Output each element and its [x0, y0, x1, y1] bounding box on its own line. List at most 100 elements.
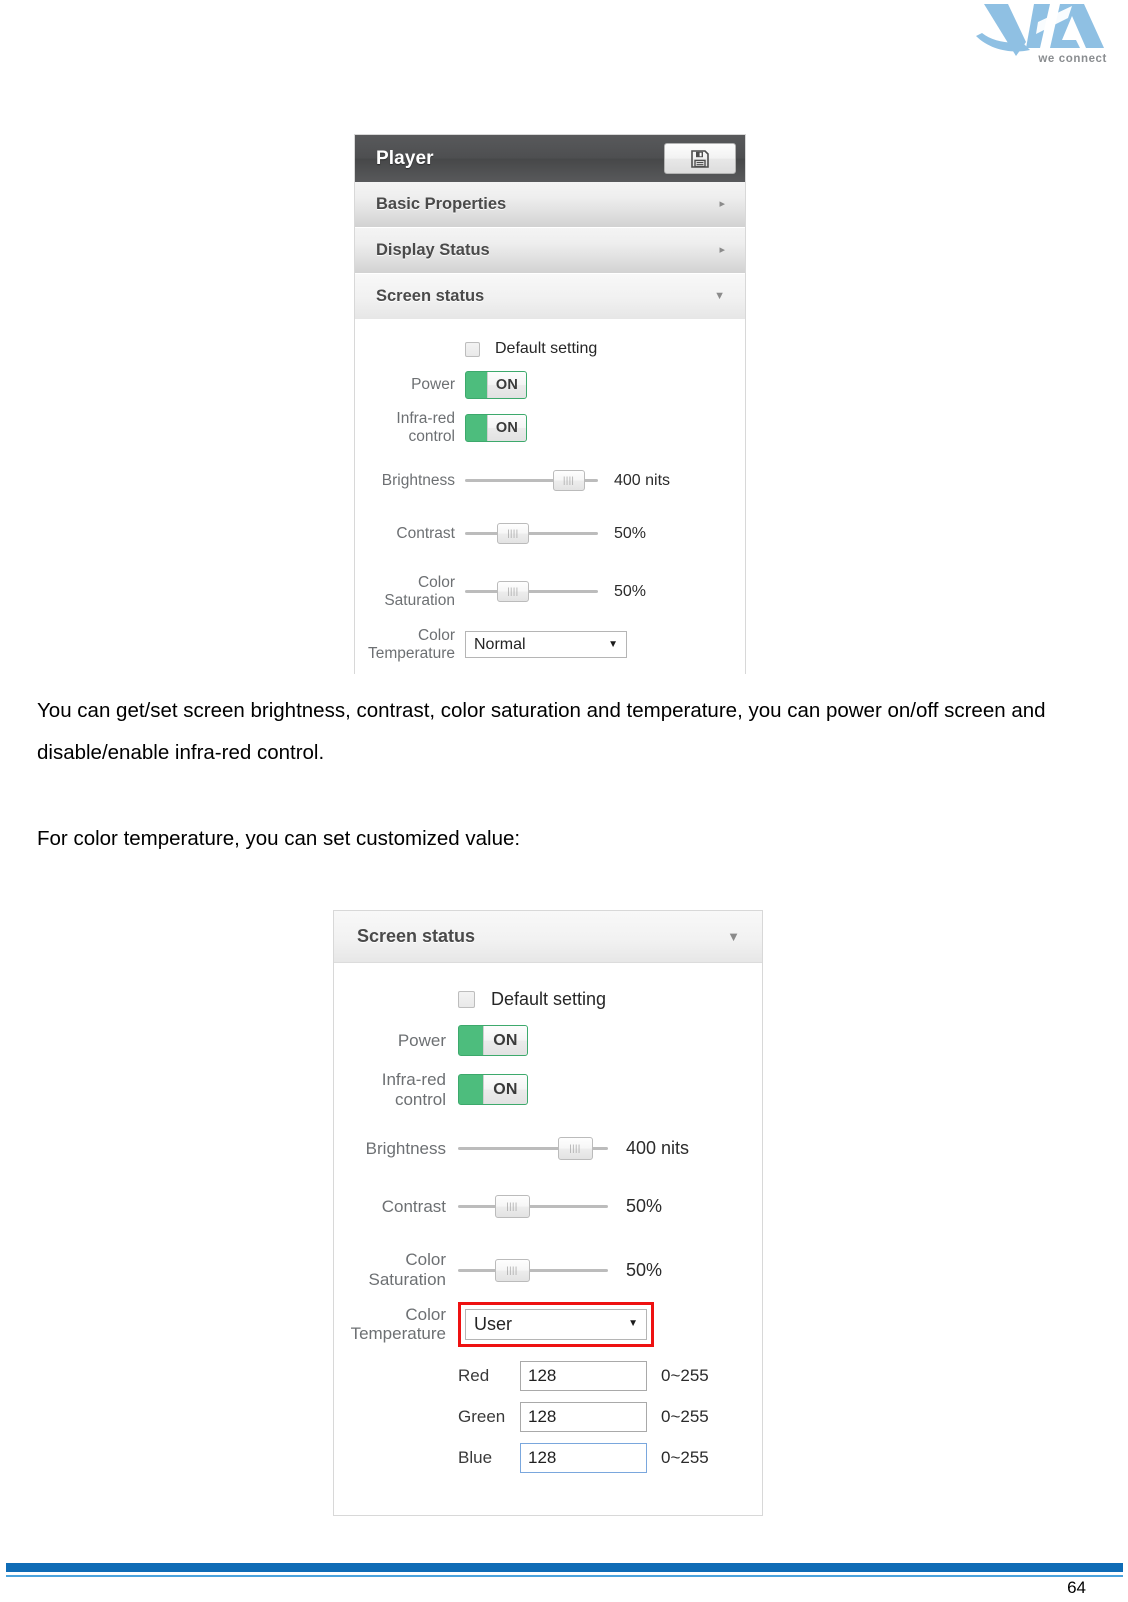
red-input-value: 128 — [528, 1365, 557, 1385]
brightness-slider-thumb-2[interactable]: |||| — [557, 1136, 593, 1160]
brightness-slider[interactable]: |||| — [465, 469, 598, 493]
infrared-label-2-line1: Infra-red — [381, 1070, 446, 1089]
brightness-row-2: Brightness |||| 400 nits — [334, 1135, 762, 1161]
section-basic-properties-label: Basic Properties — [376, 195, 507, 213]
grip-icon: |||| — [569, 1142, 581, 1153]
page-header: we connect — [0, 0, 1128, 78]
chevron-down-icon: ▼ — [608, 638, 618, 650]
brightness-value: 400 nits — [614, 471, 671, 489]
color-temperature-selected-value-2: User — [474, 1313, 513, 1334]
contrast-label: Contrast — [396, 524, 455, 542]
screen-status-form: Default setting Power ON Infra-red contr… — [355, 320, 745, 663]
brightness-label-2: Brightness — [365, 1138, 446, 1158]
color-temperature-row-2: Color Temperature User ▼ — [334, 1301, 762, 1347]
infrared-toggle[interactable]: ON — [465, 413, 527, 442]
power-label-2: Power — [397, 1030, 446, 1050]
red-range: 0~255 — [661, 1365, 709, 1385]
chevron-down-icon: ▼ — [714, 290, 725, 302]
player-panel: Player Basic Properties ▸ Display Status… — [354, 134, 746, 674]
page-title: Player — [376, 147, 434, 169]
paragraph-1: You can get/set screen brightness, contr… — [37, 699, 1046, 764]
saturation-slider-track — [465, 590, 598, 594]
saturation-slider-track-2 — [458, 1268, 608, 1272]
brightness-slider-thumb[interactable]: |||| — [552, 470, 585, 492]
power-row-2: Power ON — [334, 1025, 762, 1056]
saturation-value: 50% — [614, 582, 647, 600]
save-button[interactable] — [664, 143, 736, 174]
contrast-slider-2[interactable]: |||| — [458, 1193, 608, 1219]
via-logo: we connect — [964, 2, 1114, 70]
section-screen-status-2-label: Screen status — [357, 926, 476, 946]
grip-icon: |||| — [506, 1264, 518, 1275]
green-label: Green — [458, 1406, 506, 1426]
default-setting-label-2: Default setting — [491, 989, 607, 1009]
section-screen-status[interactable]: Screen status ▼ — [355, 274, 745, 320]
blue-label: Blue — [458, 1447, 493, 1467]
section-basic-properties[interactable]: Basic Properties ▸ — [355, 182, 745, 228]
blue-input[interactable]: 128 — [520, 1442, 647, 1473]
default-setting-checkbox[interactable] — [465, 341, 480, 357]
blue-range: 0~255 — [661, 1447, 709, 1467]
red-label: Red — [458, 1365, 490, 1385]
footer-bar — [6, 1563, 1123, 1572]
contrast-slider[interactable]: |||| — [465, 522, 598, 546]
color-temperature-label: Color Temperature — [355, 627, 455, 663]
infrared-label-line1: Infra-red — [396, 410, 455, 427]
default-setting-label: Default setting — [495, 340, 598, 357]
chevron-down-icon: ▼ — [628, 1318, 638, 1330]
saturation-row-2: Color Saturation |||| 50% — [334, 1250, 762, 1289]
green-range: 0~255 — [661, 1406, 709, 1426]
saturation-label-2-line2: Saturation — [368, 1270, 447, 1290]
grip-icon: |||| — [506, 1200, 518, 1211]
contrast-slider-thumb[interactable]: |||| — [496, 523, 529, 545]
saturation-label-2: Color Saturation — [334, 1250, 447, 1290]
paragraph-2: For color temperature, you can set custo… — [37, 827, 521, 850]
power-toggle[interactable]: ON — [465, 371, 527, 399]
color-temperature-label-2-line2: Temperature — [350, 1324, 446, 1344]
saturation-label: Color Saturation — [355, 574, 455, 610]
saturation-slider-thumb-2[interactable]: |||| — [494, 1258, 530, 1282]
color-temperature-highlight: User ▼ — [458, 1301, 654, 1347]
infrared-toggle-state-2: ON — [483, 1075, 527, 1105]
color-temperature-select-2[interactable]: User ▼ — [465, 1308, 647, 1340]
saturation-label-line1: Color — [417, 573, 455, 591]
grip-icon: |||| — [507, 586, 519, 597]
contrast-value-2: 50% — [626, 1195, 663, 1216]
chevron-right-icon: ▸ — [719, 244, 725, 256]
default-setting-row-2: Default setting — [334, 963, 762, 1010]
infrared-toggle-state: ON — [487, 414, 526, 441]
contrast-slider-track-2 — [458, 1204, 608, 1208]
contrast-slider-track — [465, 532, 598, 536]
color-temperature-selected-value: Normal — [474, 635, 526, 653]
contrast-slider-thumb-2[interactable]: |||| — [494, 1194, 530, 1218]
infrared-toggle-2[interactable]: ON — [458, 1074, 528, 1106]
section-screen-status-label: Screen status — [376, 287, 485, 305]
footer-accent-line — [6, 1575, 1123, 1577]
color-temperature-label-line2: Temperature — [367, 644, 455, 662]
section-screen-status-2[interactable]: Screen status ▼ — [334, 911, 762, 963]
contrast-label-2: Contrast — [381, 1196, 446, 1216]
screen-status-form-2: Default setting Power ON Infra-red contr… — [334, 963, 762, 1473]
contrast-row: Contrast |||| 50% — [355, 522, 745, 546]
power-toggle-2[interactable]: ON — [458, 1025, 528, 1056]
red-input[interactable]: 128 — [520, 1360, 647, 1391]
saturation-slider-thumb[interactable]: |||| — [496, 581, 529, 603]
saturation-value-2: 50% — [626, 1259, 663, 1280]
page-number: 64 — [1067, 1578, 1086, 1597]
chevron-right-icon: ▸ — [719, 198, 725, 210]
green-input-value: 128 — [528, 1406, 557, 1426]
color-temperature-select[interactable]: Normal ▼ — [465, 631, 627, 659]
brightness-slider-2[interactable]: |||| — [458, 1135, 608, 1161]
saturation-label-line2: Saturation — [384, 591, 455, 609]
saturation-slider-2[interactable]: |||| — [458, 1257, 608, 1283]
default-setting-checkbox-2[interactable] — [458, 991, 475, 1008]
infrared-row-2: Infra-red control ON — [334, 1070, 762, 1109]
brightness-value-2: 400 nits — [626, 1137, 690, 1158]
power-toggle-state-2: ON — [483, 1026, 527, 1055]
section-display-status[interactable]: Display Status ▸ — [355, 228, 745, 274]
saturation-label-2-line1: Color — [405, 1250, 446, 1270]
infrared-label-2-line2: control — [394, 1089, 446, 1109]
saturation-slider[interactable]: |||| — [465, 580, 598, 604]
color-temperature-row: Color Temperature Normal ▼ — [355, 627, 745, 663]
green-input[interactable]: 128 — [520, 1401, 647, 1432]
